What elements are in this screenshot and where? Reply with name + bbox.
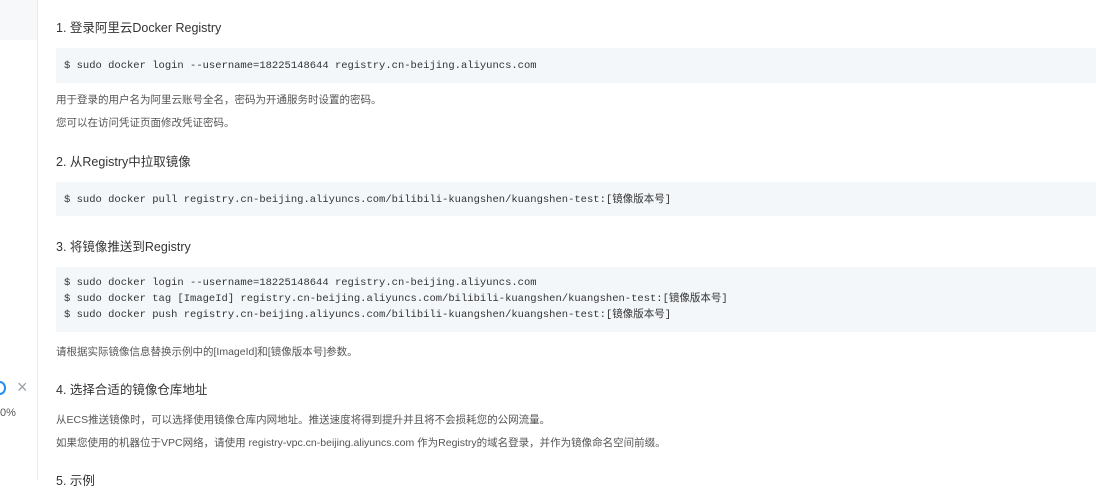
code-line: $ sudo docker push registry.cn-beijing.a… [64,309,671,321]
step-4-note-1: 从ECS推送镜像时，可以选择使用镜像仓库内网地址。推送速度将得到提升并且将不会损… [56,414,551,426]
step-4-title: 4. 选择合适的镜像仓库地址 [56,383,208,397]
step-3-note: 请根据实际镜像信息替换示例中的[ImageId]和[镜像版本号]参数。 [56,346,358,358]
code-line: $ sudo docker tag [ImageId] registry.cn-… [64,293,728,305]
registry-guide-content: 1. 登录阿里云Docker Registry $ sudo docker lo… [56,0,1096,488]
code-line: $ sudo docker login --username=182251486… [64,277,537,289]
step-4-note-2: 如果您使用的机器位于VPC网络，请使用 registry-vpc.cn-beij… [56,437,666,449]
sidebar-top-area [0,0,37,40]
code-line: $ sudo docker login --username=182251486… [64,60,537,72]
step-2-code-block[interactable]: $ sudo docker pull registry.cn-beijing.a… [56,182,1096,216]
step-1-note-2: 您可以在访问凭证页面修改凭证密码。 [56,117,235,129]
step-1-code-block[interactable]: $ sudo docker login --username=182251486… [56,48,1096,83]
step-3-code-block[interactable]: $ sudo docker login --username=182251486… [56,267,1096,332]
step-1-title: 1. 登录阿里云Docker Registry [56,21,222,35]
code-line: $ sudo docker pull registry.cn-beijing.a… [64,194,671,206]
step-2-title: 2. 从Registry中拉取镜像 [56,155,191,169]
progress-percent: 0% [0,407,16,419]
step-3-title: 3. 将镜像推送到Registry [56,240,191,254]
close-icon[interactable]: × [17,378,28,396]
step-1-note-1: 用于登录的用户名为阿里云账号全名，密码为开通服务时设置的密码。 [56,94,382,106]
